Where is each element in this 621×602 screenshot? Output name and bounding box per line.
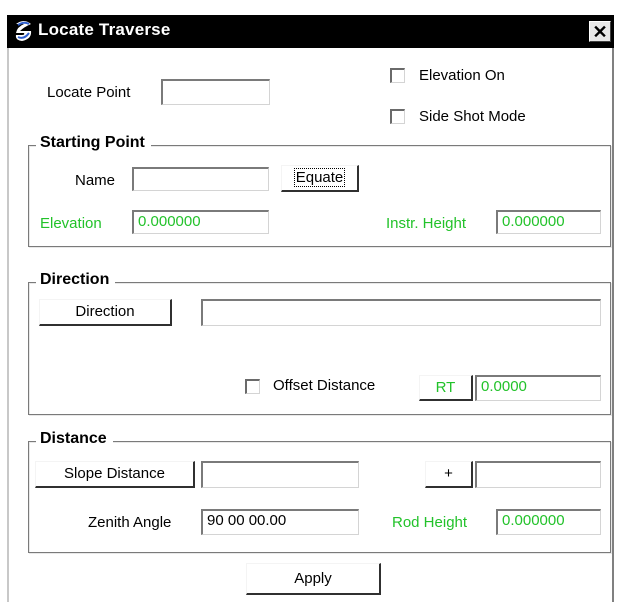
app-logo-icon: [12, 19, 36, 43]
name-label: Name: [75, 172, 116, 189]
zenith-angle-input[interactable]: 90 00 00.00: [201, 509, 359, 535]
offset-distance-input[interactable]: 0.0000: [475, 375, 601, 401]
direction-title: Direction: [36, 271, 116, 289]
locate-point-label: Locate Point: [47, 84, 131, 101]
plus-input[interactable]: [475, 461, 601, 488]
starting-point-title: Starting Point: [36, 134, 151, 152]
locate-point-input[interactable]: [161, 79, 270, 105]
name-input[interactable]: [132, 167, 269, 191]
offset-side-button[interactable]: RT: [419, 375, 473, 401]
elevation-on-checkbox[interactable]: [390, 68, 405, 83]
close-button[interactable]: ✕: [589, 21, 611, 42]
slope-distance-input[interactable]: [201, 461, 359, 488]
instr-height-input[interactable]: 0.000000: [496, 210, 601, 234]
direction-input[interactable]: [201, 299, 601, 326]
slope-distance-button[interactable]: Slope Distance: [35, 461, 195, 488]
rod-height-label: Rod Height: [392, 514, 468, 531]
direction-button[interactable]: Direction: [39, 299, 172, 326]
title-bar[interactable]: Locate Traverse ✕: [7, 15, 614, 48]
distance-title: Distance: [36, 430, 113, 448]
offset-distance-checkbox[interactable]: [245, 379, 260, 394]
rod-height-input[interactable]: 0.000000: [496, 509, 601, 535]
plus-button[interactable]: +: [425, 461, 473, 488]
elevation-input[interactable]: 0.000000: [132, 210, 269, 234]
elevation-label: Elevation: [40, 215, 102, 232]
apply-button[interactable]: Apply: [246, 563, 381, 595]
elevation-on-label: Elevation On: [419, 67, 505, 84]
equate-label: Equate: [293, 168, 346, 187]
instr-height-label: Instr. Height: [386, 215, 467, 232]
zenith-angle-label: Zenith Angle: [88, 514, 172, 531]
window-title: Locate Traverse: [38, 20, 171, 39]
close-icon: ✕: [592, 22, 608, 42]
distance-group: [28, 441, 611, 553]
offset-distance-label: Offset Distance: [273, 377, 376, 394]
side-shot-mode-checkbox[interactable]: [390, 109, 405, 124]
side-shot-mode-label: Side Shot Mode: [419, 108, 526, 125]
equate-button[interactable]: Equate: [281, 165, 359, 192]
